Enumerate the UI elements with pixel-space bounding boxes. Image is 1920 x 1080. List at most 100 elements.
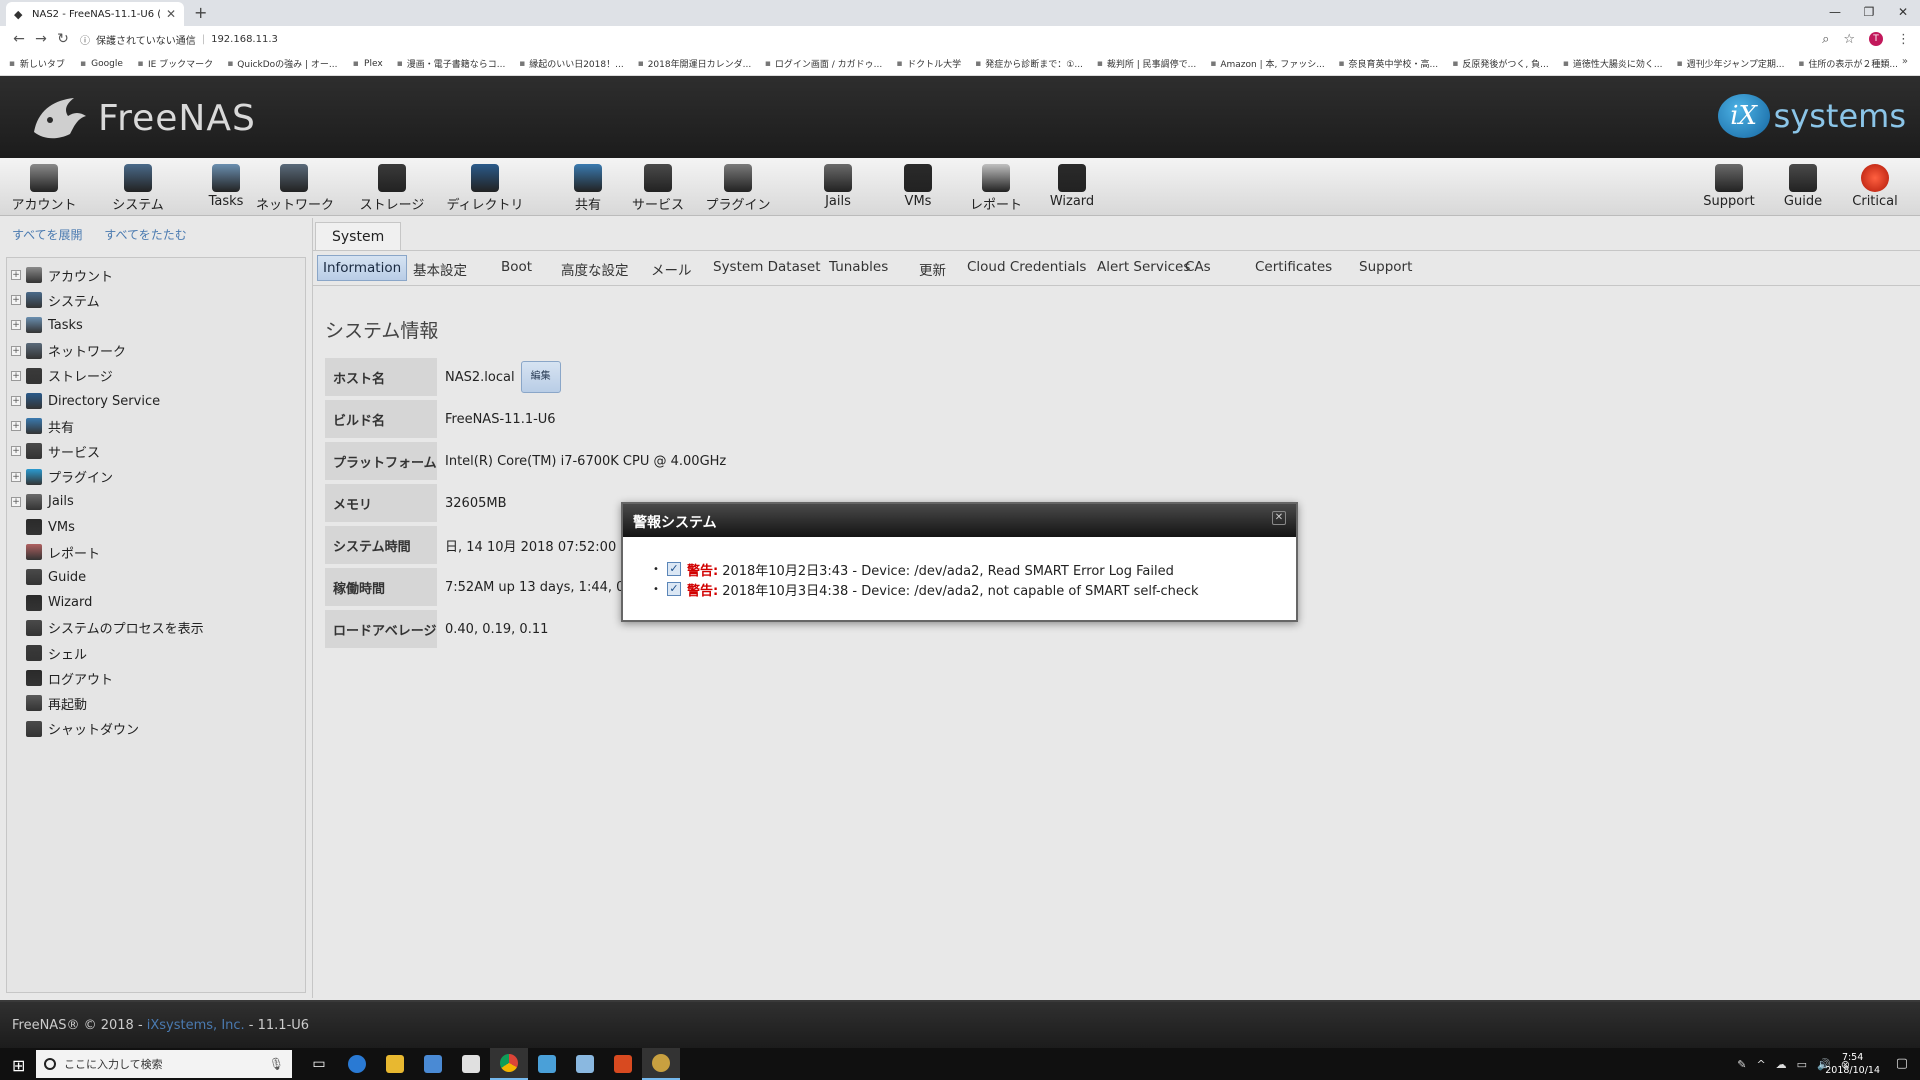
bookmark-item[interactable]: ▪ 漫画・電子書籍ならコ...: [397, 57, 505, 71]
subtab-メール[interactable]: メール: [651, 259, 692, 279]
tree-item-reporting[interactable]: レポート: [7, 541, 100, 563]
mail-icon[interactable]: [452, 1048, 490, 1080]
menu-icon[interactable]: ⋮: [1897, 32, 1910, 47]
toolbar-item-services[interactable]: サービス: [620, 164, 696, 213]
bookmark-item[interactable]: ▪ 奈良育英中学校・高...: [1338, 57, 1438, 71]
bookmark-item[interactable]: ▪ ドクトル大学: [896, 57, 961, 71]
bookmark-item[interactable]: ▪ 道徳性大腸炎に効く...: [1563, 57, 1663, 71]
toolbar-item-reporting[interactable]: レポート: [958, 164, 1034, 213]
minimize-icon[interactable]: —: [1818, 0, 1852, 26]
tree-item-shutdown[interactable]: シャットダウン: [7, 718, 139, 740]
tree-item-account[interactable]: + アカウント: [7, 264, 113, 286]
expand-toggle-icon[interactable]: +: [11, 396, 21, 406]
toolbar-item-network[interactable]: ネットワーク: [256, 164, 334, 213]
browser-tab[interactable]: ◆ NAS2 - FreeNAS-11.1-U6 (caffd7... ✕: [6, 2, 184, 26]
tray-expand-icon[interactable]: ^: [1756, 1058, 1765, 1071]
tree-item-tasks[interactable]: + Tasks: [7, 314, 83, 336]
bookmark-item[interactable]: ▪ Google: [79, 59, 123, 69]
url-text[interactable]: 192.168.11.3: [211, 34, 278, 45]
toolbar-item-wizard[interactable]: Wizard: [1034, 164, 1110, 209]
bookmark-item[interactable]: ▪ Amazon | 本, ファッシ...: [1210, 57, 1324, 71]
tree-item-shell[interactable]: シェル: [7, 642, 87, 664]
collapse-all-link[interactable]: すべてをたたむ: [104, 228, 186, 242]
taskbar-search[interactable]: ここに入力して検索 🎙: [36, 1050, 292, 1078]
alert-dismiss-checkbox[interactable]: ✓: [667, 562, 681, 576]
toolbar-item-tasks[interactable]: Tasks: [188, 164, 264, 209]
dialog-close-icon[interactable]: ✕: [1272, 511, 1286, 525]
toolbar-item-plugins[interactable]: プラグイン: [700, 164, 776, 213]
tree-item-processes[interactable]: システムのプロセスを表示: [7, 617, 204, 639]
store-icon[interactable]: [414, 1048, 452, 1080]
footer-company-link[interactable]: iXsystems, Inc.: [147, 1018, 245, 1033]
bookmark-star-icon[interactable]: ☆: [1843, 32, 1855, 47]
pen-tray-icon[interactable]: ✎: [1737, 1058, 1746, 1071]
network-tray-icon[interactable]: ▭: [1797, 1058, 1807, 1071]
subtab-更新[interactable]: 更新: [919, 259, 946, 279]
bookmark-item[interactable]: ▪ ログイン画面 / カガドゥ...: [765, 57, 882, 71]
info-icon[interactable]: ⓘ: [80, 32, 90, 47]
microphone-icon[interactable]: 🎙: [269, 1057, 284, 1071]
subtab-information[interactable]: Information: [317, 255, 408, 281]
pen-app-icon[interactable]: [566, 1048, 604, 1080]
toolbar-item-vms[interactable]: VMs: [880, 164, 956, 209]
expand-toggle-icon[interactable]: +: [11, 370, 21, 381]
tree-item-services[interactable]: + サービス: [7, 440, 100, 462]
expand-all-link[interactable]: すべてを展開: [12, 228, 82, 242]
toolbar-item-account[interactable]: アカウント: [6, 164, 82, 213]
reload-icon[interactable]: ↻: [52, 31, 74, 47]
edit-hostname-button[interactable]: 編集: [520, 361, 561, 393]
restore-icon[interactable]: ❐: [1852, 0, 1886, 26]
bookmark-item[interactable]: ▪ Plex: [351, 59, 383, 69]
subtab-support[interactable]: Support: [1359, 259, 1412, 275]
profile-avatar[interactable]: T: [1869, 32, 1883, 46]
bookmark-item[interactable]: ▪ 週刊少年ジャンプ定期...: [1676, 57, 1784, 71]
office-icon[interactable]: [604, 1048, 642, 1080]
bookmark-item[interactable]: ▪ QuickDoの強み | オー...: [227, 57, 337, 71]
bookmark-item[interactable]: ▪ 裁判所 | 民事調停で...: [1097, 57, 1197, 71]
subtab-基本設定[interactable]: 基本設定: [413, 259, 467, 279]
tree-item-reboot[interactable]: 再起動: [7, 692, 87, 714]
forward-icon[interactable]: →: [30, 31, 52, 47]
network-app-icon[interactable]: [528, 1048, 566, 1080]
toolbar-item-storage[interactable]: ストレージ: [354, 164, 430, 213]
tree-item-sharing[interactable]: + 共有: [7, 415, 74, 437]
toolbar-item-jails[interactable]: Jails: [800, 164, 876, 209]
tab-system[interactable]: System: [315, 222, 402, 251]
tree-item-vms[interactable]: VMs: [7, 516, 75, 538]
zoom-icon[interactable]: ⌕: [1822, 32, 1829, 47]
subtab-system-dataset[interactable]: System Dataset: [713, 259, 821, 275]
tree-item-directory[interactable]: + Directory Service: [7, 390, 160, 412]
expand-toggle-icon[interactable]: +: [11, 345, 21, 356]
expand-toggle-icon[interactable]: +: [11, 496, 21, 507]
tree-item-network[interactable]: + ネットワーク: [7, 340, 126, 362]
expand-toggle-icon[interactable]: +: [11, 446, 21, 457]
subtab-alert-services[interactable]: Alert Services: [1097, 259, 1190, 275]
windows-start-icon[interactable]: ⊞: [12, 1056, 25, 1075]
toolbar-item-guide[interactable]: Guide: [1770, 164, 1836, 209]
bookmark-item[interactable]: ▪ IE ブックマーク: [137, 57, 213, 71]
tree-item-wizard[interactable]: Wizard: [7, 592, 92, 614]
edge-icon[interactable]: [338, 1048, 376, 1080]
subtab-certificates[interactable]: Certificates: [1255, 259, 1332, 275]
tree-item-storage[interactable]: + ストレージ: [7, 365, 113, 387]
alert-dismiss-checkbox[interactable]: ✓: [667, 582, 681, 596]
taskbar-clock[interactable]: 7:54 2018/10/14: [1825, 1051, 1880, 1077]
bookmarks-overflow-icon[interactable]: »: [1902, 56, 1908, 67]
tree-item-jails[interactable]: + Jails: [7, 491, 74, 513]
expand-toggle-icon[interactable]: +: [11, 295, 21, 306]
expand-toggle-icon[interactable]: +: [11, 421, 21, 432]
subtab-tunables[interactable]: Tunables: [829, 259, 888, 275]
expand-toggle-icon[interactable]: +: [11, 320, 21, 331]
expand-toggle-icon[interactable]: +: [11, 471, 21, 482]
toolbar-item-support[interactable]: Support: [1696, 164, 1762, 209]
bookmark-item[interactable]: ▪ 反原発後がつく, 負...: [1452, 57, 1549, 71]
window-close-icon[interactable]: ✕: [1886, 0, 1920, 26]
tree-item-plugins[interactable]: + プラグイン: [7, 466, 113, 488]
new-tab-icon[interactable]: +: [194, 3, 207, 22]
toolbar-item-critical-alert[interactable]: Critical: [1842, 164, 1908, 209]
tab-close-icon[interactable]: ✕: [166, 7, 176, 21]
task-view-icon[interactable]: ▭: [300, 1048, 338, 1080]
tree-item-guide[interactable]: Guide: [7, 566, 86, 588]
chrome-icon[interactable]: [490, 1048, 528, 1080]
onedrive-icon[interactable]: ☁: [1776, 1058, 1787, 1071]
